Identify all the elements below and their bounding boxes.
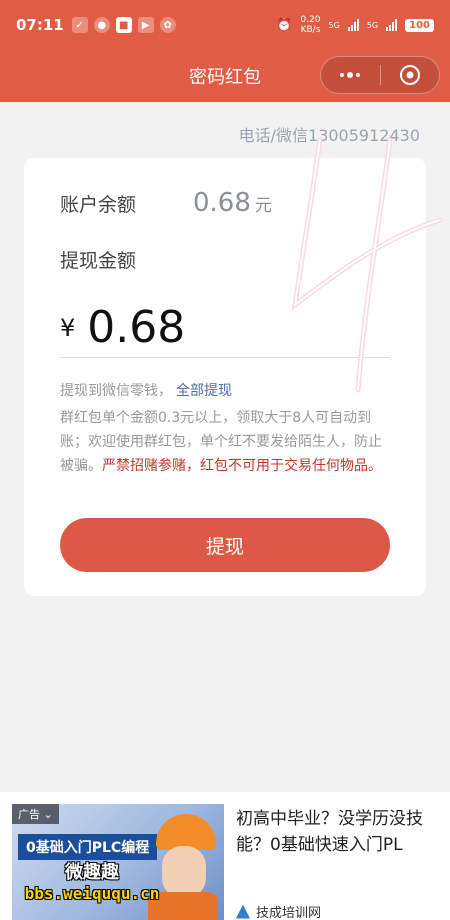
balance-unit: 元 <box>254 196 272 216</box>
signal-icon-1 <box>347 19 359 31</box>
network-label-2: 5G <box>366 20 379 30</box>
currency-symbol: ¥ <box>60 313 76 342</box>
watermark-title: 微趣趣 <box>65 862 119 883</box>
contact-info: 电话/微信13005912430 <box>238 126 420 145</box>
withdraw-hint-text: 提现到微信零钱， <box>60 383 172 399</box>
ad-tag[interactable]: 广告 ⌄ <box>12 804 59 824</box>
ad-headline[interactable]: 初高中毕业？没学历没技能？0基础快速入门PL <box>236 806 440 858</box>
withdraw-amount-label: 提现金额 <box>60 250 137 272</box>
page-title: 密码红包 <box>189 67 261 88</box>
network-label-1: 5G <box>328 20 340 30</box>
nav-bar: 密码红包 <box>0 50 450 102</box>
clipboard-icon: ✓ <box>71 17 88 33</box>
ad-tag-label: 广告 <box>18 808 40 821</box>
withdraw-button[interactable]: 提现 <box>60 518 390 572</box>
amount-value: 0.68 <box>87 302 186 353</box>
amount-input[interactable]: ¥ 0.68 <box>60 298 390 358</box>
more-button[interactable] <box>321 57 380 93</box>
more-dots-icon <box>340 72 361 78</box>
alarm-icon: ⏰ <box>276 17 293 33</box>
play-store-icon: ▶ <box>137 17 154 33</box>
app-colorful-icon: ✿ <box>159 17 176 33</box>
watermark: 微趣趣 bbs.weiququ.cn <box>22 858 162 903</box>
app-red-icon: ■ <box>115 17 132 33</box>
ad-source-name: 技成培训网 <box>256 906 322 920</box>
close-button[interactable] <box>381 57 440 93</box>
ad-banner-title: 0基础入门PLC编程 <box>18 834 158 860</box>
rules-note: 群红包单个金额0.3元以上，领取大于8人可自动到账；欢迎使用群红包，单个红不要发… <box>60 406 390 478</box>
balance-label: 账户余额 <box>60 194 137 216</box>
source-logo-icon <box>236 904 250 919</box>
status-time: 07:11 <box>16 16 64 34</box>
withdraw-card: 账户余额 0.68 元 提现金额 ¥ 0.68 提现到微信零钱， 全部提现 群红包… <box>24 158 426 596</box>
status-right: ⏰ 0.20 KB/s 5G 5G 100 <box>276 15 434 35</box>
net-speed: 0.20 KB/s <box>300 15 320 35</box>
worker-helmet-image <box>156 814 216 850</box>
balance-row: 账户余额 0.68 元 <box>60 188 272 218</box>
notification-icons: ✓ ● ■ ▶ ✿ <box>71 17 176 33</box>
net-speed-value: 0.20 <box>300 15 321 25</box>
rules-warning: 严禁招赌参赌，红包不可用于交易任何物品。 <box>102 458 382 474</box>
worker-face-image <box>162 846 206 898</box>
target-close-icon <box>399 65 420 85</box>
status-bar: 07:11 ✓ ● ■ ▶ ✿ ⏰ 0.20 KB/s 5G 5G 100 <box>0 0 450 50</box>
balance-value: 0.68 <box>193 188 251 218</box>
battery-indicator: 100 <box>405 18 434 32</box>
withdraw-hint: 提现到微信零钱， 全部提现 <box>60 380 232 400</box>
chat-bubble-icon: ● <box>93 17 110 33</box>
withdraw-all-link[interactable]: 全部提现 <box>176 383 232 399</box>
net-speed-unit: KB/s <box>300 25 321 35</box>
ad-source[interactable]: 技成培训网 <box>236 902 321 920</box>
watermark-url: bbs.weiququ.cn <box>24 884 160 903</box>
signal-icon-2 <box>386 19 398 31</box>
mini-program-capsule <box>320 56 440 94</box>
